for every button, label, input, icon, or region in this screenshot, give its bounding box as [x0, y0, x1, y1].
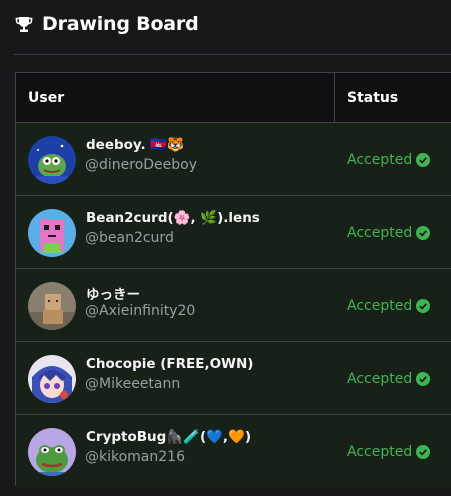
user-handle: @bean2curd — [85, 230, 174, 246]
avatar[interactable] — [28, 136, 76, 184]
user-name: Chocopie (FREE,OWN) — [86, 356, 254, 372]
check-circle-icon — [416, 371, 431, 386]
users-table: User Status deeboy. 🇰🇭🐯 @dineroDeeboy Ac… — [15, 72, 451, 488]
check-circle-icon — [416, 298, 431, 313]
status-label: Accepted — [347, 224, 413, 241]
user-handle: @kikoman216 — [85, 449, 185, 465]
user-name: Bean2curd(🌸, 🌿).lens — [86, 210, 260, 226]
check-circle-icon — [416, 152, 431, 167]
avatar[interactable] — [28, 428, 76, 476]
check-circle-icon — [416, 225, 431, 240]
page-title: Drawing Board — [42, 13, 199, 35]
status-badge: Accepted — [347, 342, 431, 415]
trophy-icon — [14, 15, 33, 34]
table-row[interactable]: Bean2curd(🌸, 🌿).lens @bean2curd Accepted — [16, 196, 451, 269]
user-name: CryptoBug🦍🧪(💙,🧡) — [86, 429, 252, 445]
table-header: User Status — [16, 73, 451, 123]
header-divider — [14, 54, 451, 55]
table-body: deeboy. 🇰🇭🐯 @dineroDeeboy Accepted Bean2… — [16, 123, 451, 488]
avatar[interactable] — [28, 355, 76, 403]
page-header: Drawing Board — [14, 10, 199, 38]
status-badge: Accepted — [347, 123, 431, 196]
column-header-status: Status — [347, 89, 399, 106]
table-row[interactable]: ゆっきー @Axieinfinity20 Accepted — [16, 269, 451, 342]
table-row[interactable]: deeboy. 🇰🇭🐯 @dineroDeeboy Accepted — [16, 123, 451, 196]
status-label: Accepted — [347, 443, 413, 460]
avatar[interactable] — [28, 282, 76, 330]
status-label: Accepted — [347, 151, 413, 168]
column-header-user: User — [28, 89, 65, 106]
user-handle: @Mikeeetann — [85, 376, 181, 392]
check-circle-icon — [416, 444, 431, 459]
status-label: Accepted — [347, 297, 413, 314]
user-name: ゆっきー — [86, 287, 140, 303]
table-row[interactable]: CryptoBug🦍🧪(💙,🧡) @kikoman216 Accepted — [16, 415, 451, 488]
status-label: Accepted — [347, 370, 413, 387]
user-handle: @dineroDeeboy — [85, 157, 198, 173]
status-badge: Accepted — [347, 269, 431, 342]
status-badge: Accepted — [347, 415, 431, 488]
avatar[interactable] — [28, 209, 76, 257]
status-badge: Accepted — [347, 196, 431, 269]
table-row[interactable]: Chocopie (FREE,OWN) @Mikeeetann Accepted — [16, 342, 451, 415]
user-handle: @Axieinfinity20 — [85, 303, 196, 319]
user-name: deeboy. 🇰🇭🐯 — [86, 137, 184, 153]
